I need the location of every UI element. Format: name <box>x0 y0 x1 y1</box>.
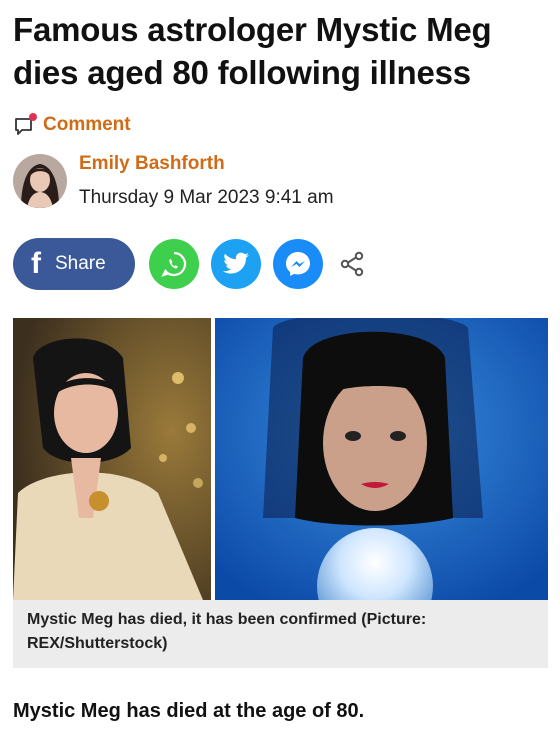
share-button[interactable] <box>337 249 367 279</box>
messenger-share-button[interactable] <box>273 239 323 289</box>
photo-caption: Mystic Meg has died, it has been confirm… <box>13 600 548 668</box>
comment-icon <box>15 113 37 135</box>
mystic-meg-photo <box>13 313 548 644</box>
author-avatar-image <box>13 154 67 208</box>
article-paragraph: Mystic Meg has died at the age of 80. <box>13 700 365 722</box>
comment-link[interactable]: Comment <box>13 112 131 138</box>
article-headline: Famous astrologer Mystic Meg dies aged 8… <box>13 11 492 91</box>
facebook-share-button[interactable]: f Share <box>13 238 135 290</box>
comment-label: Comment <box>43 114 131 135</box>
author-avatar[interactable] <box>13 154 67 208</box>
whatsapp-icon <box>161 251 187 277</box>
whatsapp-share-button[interactable] <box>149 239 199 289</box>
publish-date: Thursday 9 Mar 2023 9:41 am <box>79 187 334 208</box>
author-block: Emily Bashforth Thursday 9 Mar 2023 9:41… <box>13 152 334 210</box>
twitter-share-button[interactable] <box>211 239 261 289</box>
share-icon <box>340 251 364 277</box>
share-bar: f Share <box>13 238 367 290</box>
twitter-icon <box>223 252 249 274</box>
article-photo[interactable] <box>13 313 548 644</box>
facebook-share-label: Share <box>55 253 106 274</box>
facebook-icon: f <box>31 247 41 280</box>
author-name[interactable]: Emily Bashforth <box>79 152 334 176</box>
messenger-icon <box>286 252 310 276</box>
